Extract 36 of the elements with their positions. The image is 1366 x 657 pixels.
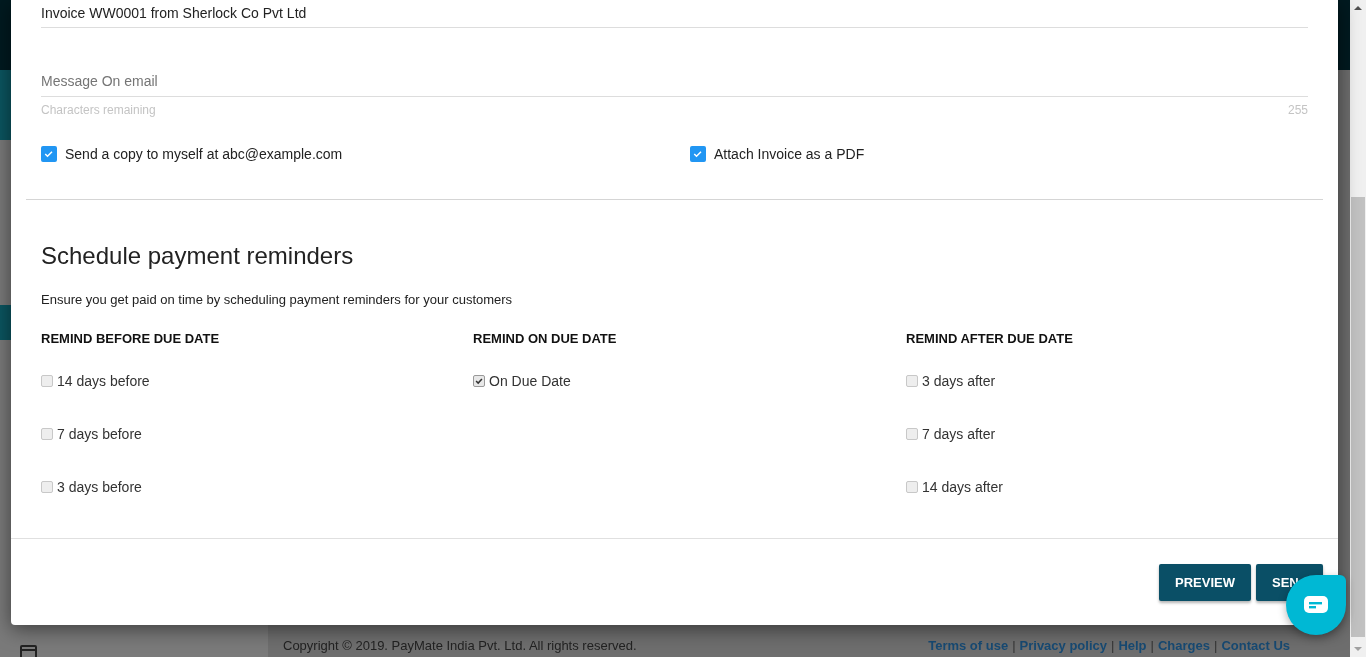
counter-label: Characters remaining [41,103,156,117]
column-heading: REMIND AFTER DUE DATE [906,331,1074,346]
checkbox-label[interactable]: Attach Invoice as a PDF [714,146,865,162]
checkbox-label[interactable]: 14 days after [922,478,1003,495]
link-separator: | [1111,638,1115,653]
checkbox-label[interactable]: 7 days after [922,425,996,442]
checkbox-label[interactable]: On Due Date [489,372,571,389]
checkbox[interactable] [41,374,53,387]
checkbox-label[interactable]: 7 days before [57,425,142,442]
column-heading: REMIND ON DUE DATE [473,331,618,346]
chat-icon [1303,595,1329,615]
checkbox-label[interactable]: 3 days after [922,372,996,389]
checkbox-label[interactable]: 14 days before [57,372,150,389]
checkbox[interactable] [41,427,53,440]
checkbox[interactable] [41,480,53,493]
link-separator: | [1150,638,1154,653]
checkbox[interactable] [906,480,918,493]
character-count: 255 [1287,103,1308,117]
section-description: Ensure you get paid on time by scheduling payment reminders for your customers [41,292,514,307]
copyright-text: Copyright © 2019. PayMate India Pvt. Ltd. All rights reserved. [283,638,637,653]
checkbox[interactable] [690,146,706,162]
checkbox[interactable] [41,146,57,162]
column-heading: REMIND BEFORE DUE DATE [41,331,221,346]
subject-field[interactable]: Invoice WW0001 from Sherlock Co Pvt Ltd [41,0,1308,28]
checkbox-label[interactable]: 3 days before [57,478,142,495]
link-separator: | [1214,638,1218,653]
link-separator: | [1012,638,1016,653]
checkbox[interactable] [473,374,485,387]
section-title: Schedule payment reminders [41,242,355,270]
checkbox[interactable] [906,374,918,387]
card-icon [20,645,37,657]
message-field[interactable]: Message On email [41,72,1308,97]
checkbox[interactable] [906,427,918,440]
scrollbar[interactable] [1350,0,1366,657]
preview-button[interactable]: PREVIEW [1159,564,1251,601]
checkbox-label[interactable]: Send a copy to myself at abc@example.com [65,146,343,162]
